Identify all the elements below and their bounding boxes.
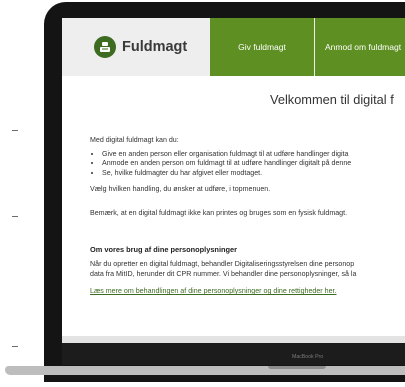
feature-list: Give en anden person eller organisation … bbox=[90, 150, 405, 179]
background-tick bbox=[12, 346, 18, 347]
brand-logo[interactable]: Fuldmagt bbox=[94, 35, 187, 59]
privacy-text: data fra MitID, herunder dit CPR nummer.… bbox=[90, 269, 357, 278]
page-title: Velkommen til digital f bbox=[270, 92, 394, 107]
tab-giv-fuldmagt[interactable]: Giv fuldmagt bbox=[210, 18, 314, 76]
laptop-screen: Fuldmagt Giv fuldmagt Anmod om fuldmagt … bbox=[62, 18, 405, 343]
privacy-link[interactable]: Læs mere om behandlingen af dine persono… bbox=[90, 287, 336, 295]
note-text: Bemærk, at en digital fuldmagt ikke kan … bbox=[90, 208, 348, 217]
list-item: Give en anden person eller organisation … bbox=[102, 150, 405, 160]
background-tick bbox=[12, 216, 18, 217]
list-item: Anmode en anden person om fuldmagt til a… bbox=[102, 159, 405, 169]
intro-text: Med digital fuldmagt kan du: bbox=[90, 136, 179, 144]
laptop-chin bbox=[62, 343, 405, 365]
laptop-notch bbox=[268, 366, 326, 369]
site-header: Fuldmagt Giv fuldmagt Anmod om fuldmagt bbox=[62, 18, 405, 76]
list-item: Se, hvilke fuldmagter du har afgivet ell… bbox=[102, 169, 405, 179]
background-tick bbox=[12, 130, 18, 131]
document-icon bbox=[94, 36, 116, 58]
main-content: Med digital fuldmagt kan du: Give en and… bbox=[90, 136, 405, 297]
brand-name: Fuldmagt bbox=[122, 39, 188, 55]
tab-label: Anmod om fuldmagt bbox=[325, 42, 402, 52]
choose-action-text: Vælg hvilken handling, du ønsker at udfø… bbox=[90, 185, 271, 194]
page-footer bbox=[62, 336, 405, 343]
device-model-label: MacBook Pro bbox=[292, 354, 324, 360]
privacy-text: Når du opretter en digital fuldmagt, beh… bbox=[90, 260, 355, 269]
tab-anmod-om-fuldmagt[interactable]: Anmod om fuldmagt bbox=[315, 18, 405, 76]
laptop-base bbox=[5, 366, 405, 375]
tab-label: Giv fuldmagt bbox=[238, 42, 286, 52]
privacy-heading: Om vores brug af dine personoplysninger bbox=[90, 244, 238, 254]
